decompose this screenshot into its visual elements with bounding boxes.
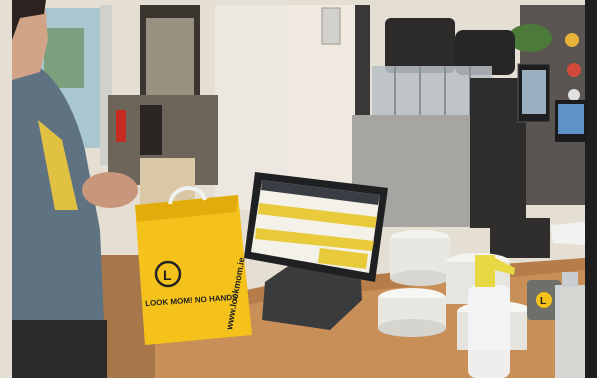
bag-logo-letter: L [163,267,172,283]
frame-border [585,0,597,378]
fire-extinguisher [116,110,126,142]
person-legs [12,320,107,378]
water-bottle [555,285,585,378]
notice-papers [146,18,194,98]
cafe-counter-photo: L LOOK MOM! NO HANDS www.lookmom.ie L [0,0,597,378]
spray-bottle [468,285,510,378]
shelf-item-a [565,33,579,47]
spray-bottle-trigger [475,255,495,287]
light-switch [321,7,341,45]
grinder-hopper [385,18,455,73]
water-bottle-cap [562,272,578,287]
chair [140,105,162,155]
plate-stack-front-bottom [378,319,446,337]
machine-drip-tray [490,218,550,258]
shelf-item-c [568,89,580,101]
papers-right [550,222,585,245]
cup-logo-letter: L [540,296,546,307]
machine-screen-glow [522,70,546,114]
grille [355,5,370,115]
shelf-item-b [567,63,581,77]
person-hand [82,172,138,208]
monitor-right-glow [558,104,584,134]
plate-stack-back-bottom [390,270,450,286]
